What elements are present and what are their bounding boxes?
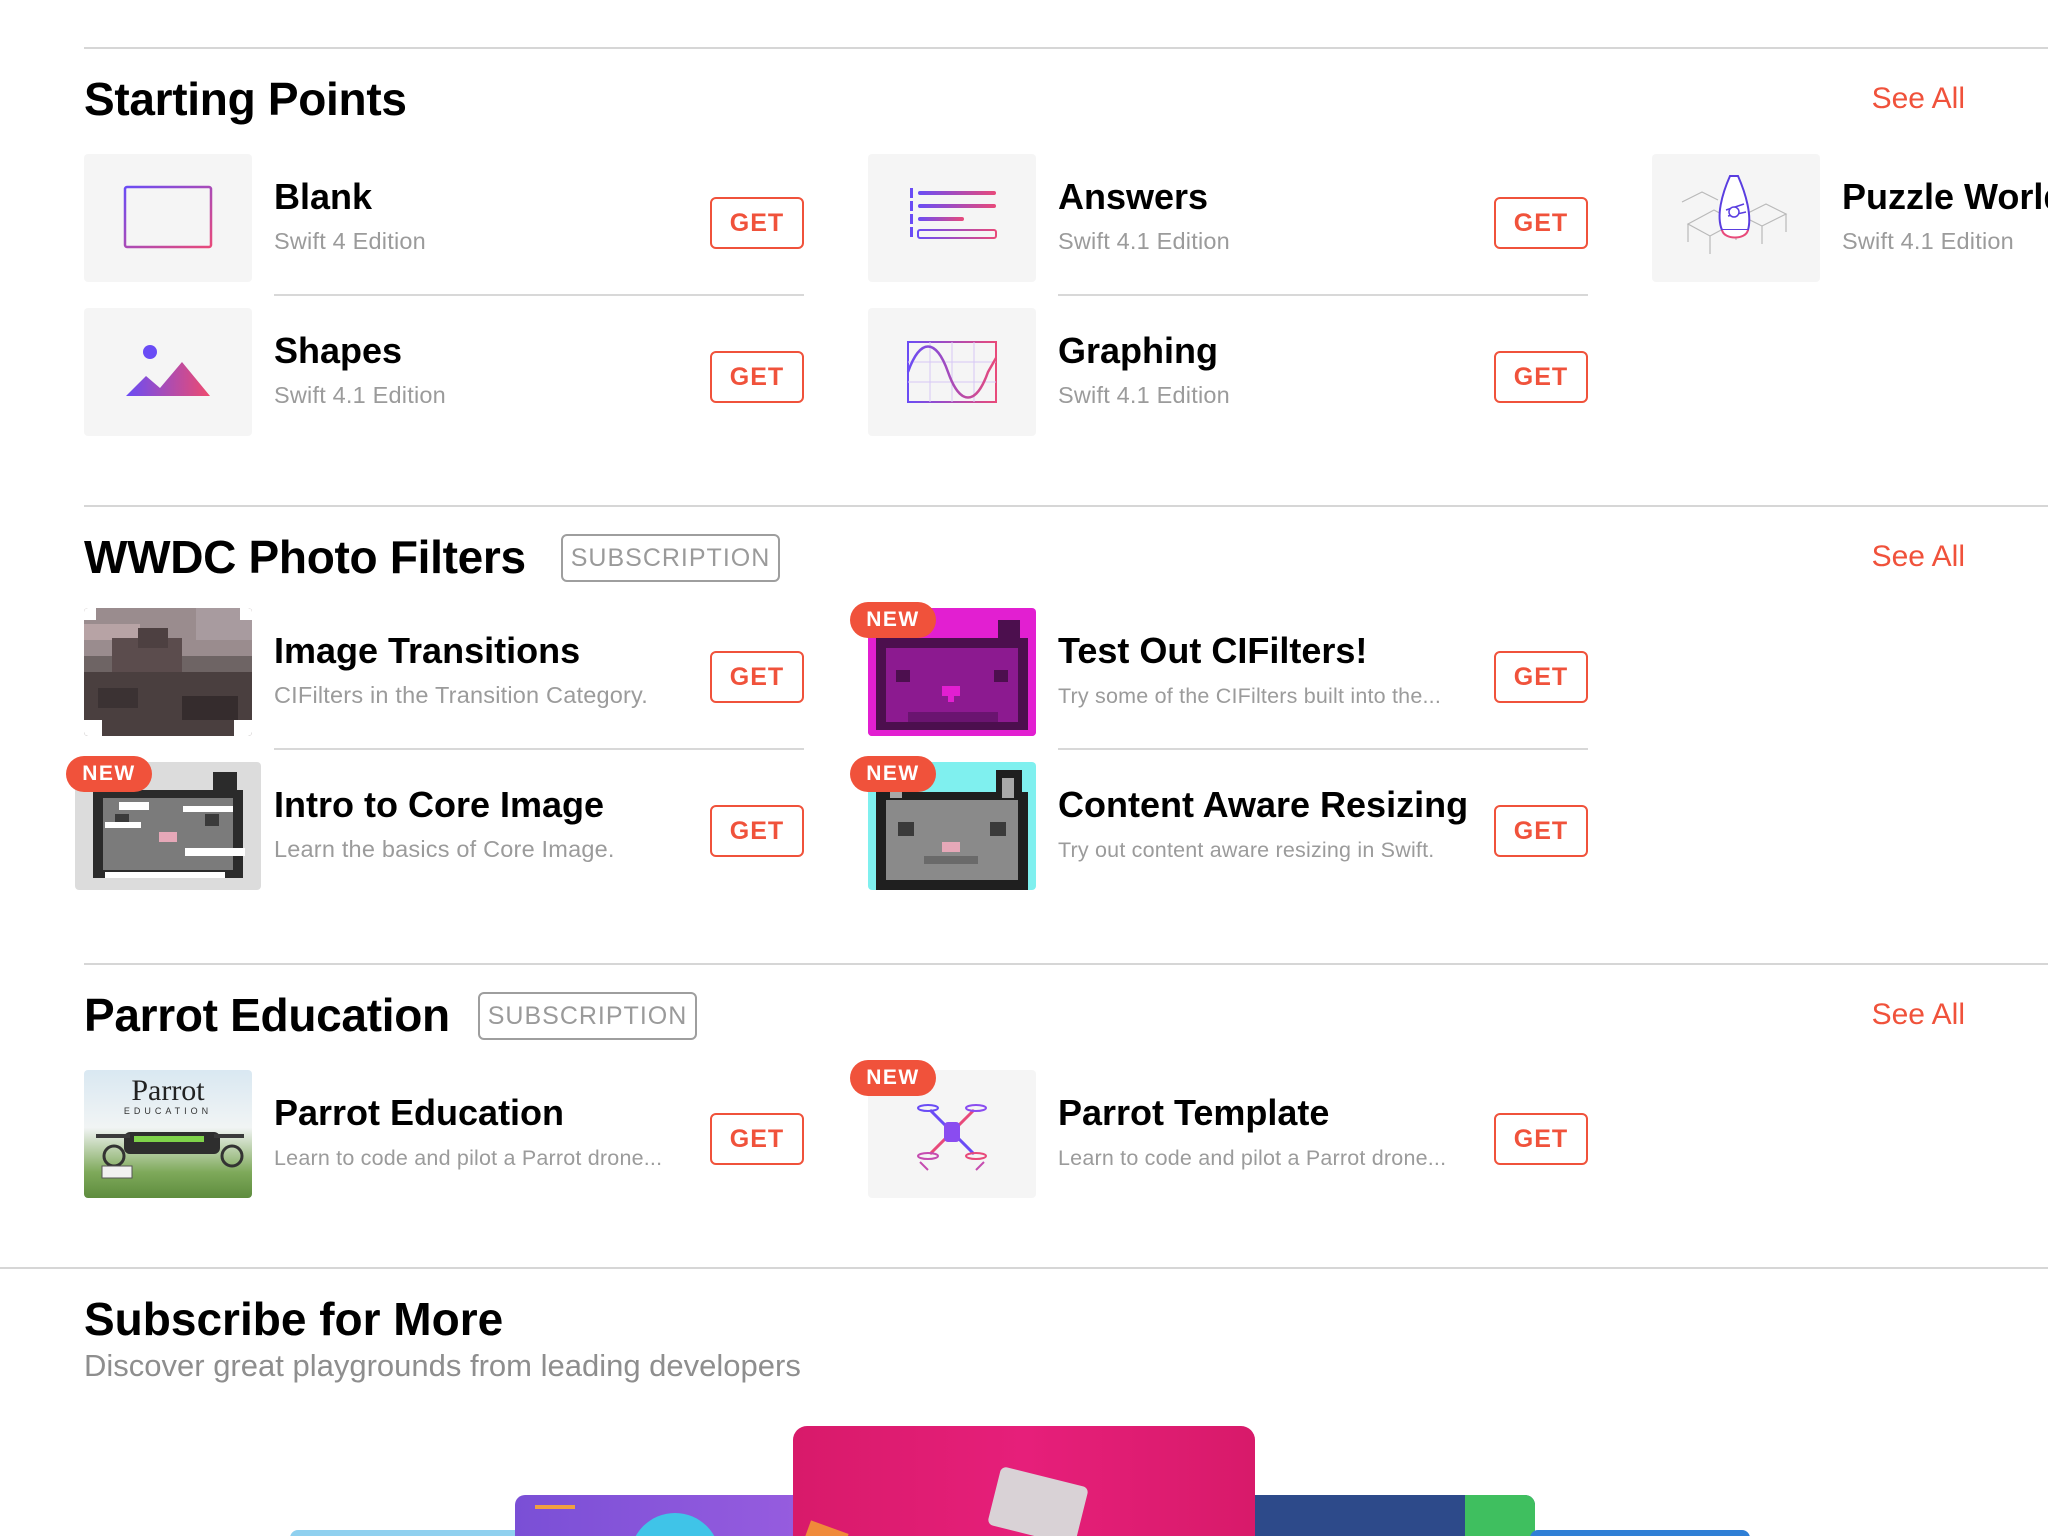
item-subtitle: Swift 4.1 Edition [1058,228,1230,254]
item-subtitle: Swift 4.1 Edition [1842,228,2014,254]
blank-page-icon [123,185,213,249]
parrot-education-thumbnail: Parrot EDUCATION [84,1070,252,1198]
item-name: Parrot Education [274,1092,565,1133]
get-button[interactable]: GET [710,1113,804,1165]
playground-item-parrot-education[interactable]: Parrot EDUCATION Parrot Education Learn … [84,1070,804,1200]
drone-photo-image [96,1132,244,1179]
answers-list-icon [910,188,997,239]
get-button[interactable]: GET [1494,197,1588,249]
section-title-starting-points: Starting Points [84,73,407,125]
card-robot-icon [987,1466,1089,1536]
see-all-starting-points-link[interactable]: See All [1872,82,1965,116]
item-name: Blank [274,176,373,217]
byte-character-icon [1681,175,1788,254]
item-subtitle: Learn to code and pilot a Parrot drone..… [1058,1146,1447,1170]
card-decoration-icon [1465,1495,1535,1536]
section-title-parrot-education: Parrot Education [84,989,450,1041]
playground-item-shapes[interactable]: Shapes Swift 4.1 Edition GET [84,308,804,438]
item-subtitle: Swift 4.1 Edition [1058,382,1230,408]
see-all-wwdc-link[interactable]: See All [1872,540,1965,574]
item-subtitle: Try some of the CIFilters built into the… [1058,684,1441,708]
item-name: Shapes [274,330,403,371]
item-name: Puzzle World [1842,176,2048,217]
item-divider [274,748,804,750]
playground-item-graphing[interactable]: Graphing Swift 4.1 Edition GET [868,308,1588,438]
see-all-parrot-link[interactable]: See All [1872,998,1965,1032]
item-subtitle: Learn the basics of Core Image. [274,836,615,862]
new-badge: NEW [850,756,936,792]
carousel-card-featured[interactable] [793,1426,1255,1536]
carousel-card-far-left[interactable] [290,1530,550,1536]
graphing-thumbnail [868,308,1036,436]
new-badge: NEW [850,1060,936,1096]
playground-item-blank[interactable]: Blank Swift 4 Edition GET [84,154,804,296]
puzzle-world-thumbnail [1652,154,1820,282]
subscription-badge: SUBSCRIPTION [478,992,697,1040]
playground-item-answers[interactable]: Answers Swift 4.1 Edition GET [868,154,1588,296]
card-decoration-icon [535,1505,575,1519]
get-button[interactable]: GET [1494,651,1588,703]
blank-thumbnail [84,154,252,282]
shapes-thumbnail [84,308,252,436]
playground-item-puzzle-world[interactable]: Puzzle World Swift 4.1 Edition [1652,154,2048,284]
get-button[interactable]: GET [710,805,804,857]
item-name: Parrot Template [1058,1092,1330,1133]
get-button[interactable]: GET [710,197,804,249]
get-button[interactable]: GET [1494,351,1588,403]
subscription-badge: SUBSCRIPTION [561,534,780,582]
section-divider [84,505,2048,507]
item-subtitle: Try out content aware resizing in Swift. [1058,838,1435,862]
item-divider [1058,294,1588,296]
card-decoration-icon [797,1520,849,1536]
section-divider [0,1267,2048,1269]
pixelated-landscape-image [84,608,252,736]
get-button[interactable]: GET [1494,805,1588,857]
subscribe-title: Subscribe for More [84,1293,504,1345]
get-button[interactable]: GET [710,651,804,703]
item-name: Image Transitions [274,630,581,671]
item-name: Intro to Core Image [274,784,605,825]
new-badge: NEW [850,602,936,638]
carousel-card-far-right[interactable] [1530,1530,1750,1536]
get-button[interactable]: GET [1494,1113,1588,1165]
item-subtitle: Learn to code and pilot a Parrot drone..… [274,1146,663,1170]
section-title-wwdc-photo-filters: WWDC Photo Filters [84,531,526,583]
card-decoration-icon [630,1513,720,1536]
playground-item-content-aware-resizing[interactable]: Content Aware Resizing Try out content a… [868,762,1588,892]
item-name: Content Aware Resizing [1058,784,1469,825]
image-transitions-thumbnail [84,608,252,736]
subscription-carousel[interactable] [0,1420,2048,1536]
playground-item-parrot-template[interactable]: Parrot Template Learn to code and pilot … [868,1070,1588,1200]
item-divider [274,294,804,296]
playground-item-test-out-cifilters[interactable]: Test Out CIFilters! Try some of the CIFi… [868,608,1588,750]
section-divider [84,963,2048,965]
item-subtitle: Swift 4.1 Edition [274,382,446,408]
sine-graph-icon [906,341,998,403]
item-divider [1058,748,1588,750]
item-name: Graphing [1058,330,1218,371]
get-button[interactable]: GET [710,351,804,403]
section-divider [84,47,2048,49]
item-name: Test Out CIFilters! [1058,630,1368,671]
mountains-icon [126,345,210,396]
playground-item-intro-to-core-image[interactable]: Intro to Core Image Learn the basics of … [75,762,804,892]
playground-item-image-transitions[interactable]: Image Transitions CIFilters in the Trans… [84,608,804,750]
new-badge: NEW [66,756,152,792]
subscribe-subtitle: Discover great playgrounds from leading … [84,1348,801,1383]
item-subtitle: Swift 4 Edition [274,228,426,254]
item-subtitle: CIFilters in the Transition Category. [274,682,648,708]
item-name: Answers [1058,176,1209,217]
answers-thumbnail [868,154,1036,282]
